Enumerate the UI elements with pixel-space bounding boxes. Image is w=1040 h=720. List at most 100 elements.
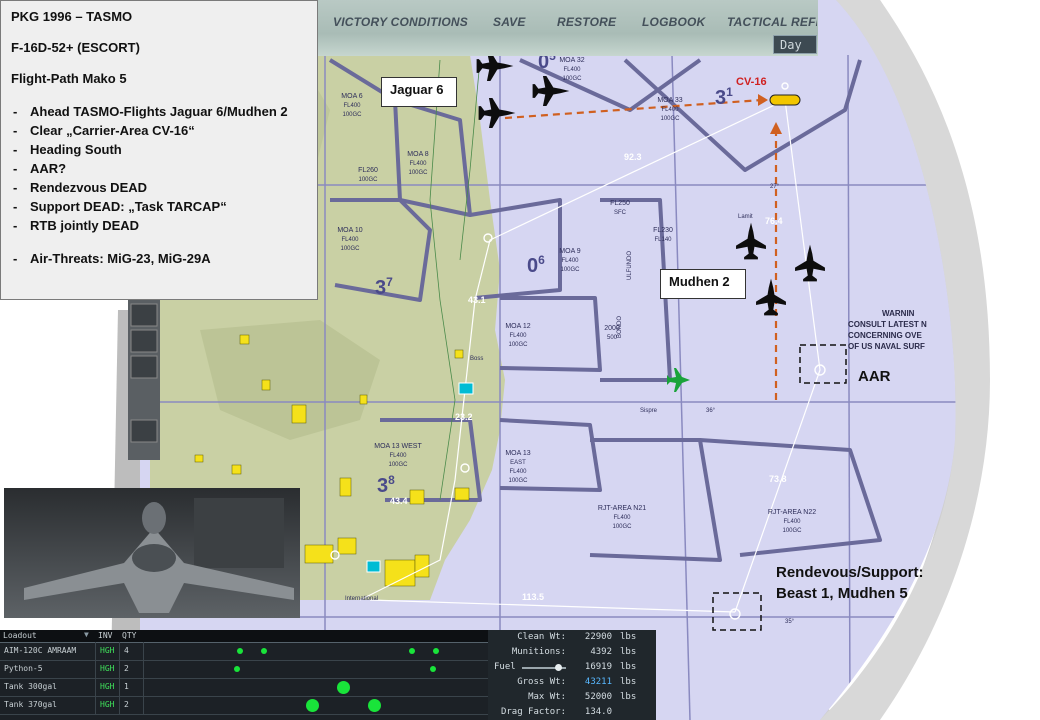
tactical-reference-link[interactable]: TACTICAL REFE <box>727 15 817 29</box>
map-tool-button-2[interactable] <box>130 329 158 353</box>
airspace-label-line: FL400 <box>783 519 801 525</box>
weight-unit: lbs <box>620 647 637 657</box>
airspace-label-line: FL260 <box>358 167 378 174</box>
weight-label: Munitions: <box>511 647 566 657</box>
store-name: Python-5 <box>0 660 96 678</box>
hardpoint-dot[interactable] <box>429 666 436 672</box>
steerpoint-marker-1[interactable] <box>458 382 474 395</box>
hardpoint-dot[interactable] <box>433 648 440 654</box>
map-tool-button-1[interactable] <box>130 303 158 327</box>
airspace-label-line: MOA 9 <box>559 248 581 255</box>
weight-row: Max Wt: 52000 lbs <box>488 690 656 705</box>
hardpoint-dot[interactable] <box>306 698 320 712</box>
weight-unit: lbs <box>620 677 637 687</box>
store-qty[interactable]: 1 <box>120 678 144 696</box>
map-tool-button-3[interactable] <box>130 355 158 379</box>
airspace-label-line: MOA 33 <box>657 97 682 104</box>
save-link[interactable]: SAVE <box>493 15 526 29</box>
fuel-row: Fuel 16919 lbs <box>488 660 656 675</box>
hardpoint-dot[interactable] <box>261 648 268 654</box>
rendezvous-label-2: Beast 1, Mudhen 5 <box>776 585 908 602</box>
map-label: 27° <box>770 184 780 190</box>
weight-value: 4392 <box>590 647 612 657</box>
hardpoint-area <box>144 642 488 720</box>
briefing-task: RTB jointly DEAD <box>11 216 307 235</box>
weight-label: Drag Factor: <box>500 707 566 717</box>
weight-value: 52000 <box>584 692 612 702</box>
fuel-slider-handle[interactable] <box>554 664 562 671</box>
fuel-slider[interactable] <box>522 664 566 671</box>
weight-label: Fuel <box>494 662 516 672</box>
carrier-marker[interactable] <box>769 94 801 106</box>
weight-unit: lbs <box>620 632 637 642</box>
warning-line: CONCERNING OVE <box>848 331 922 340</box>
map-label: Lamit <box>738 214 753 220</box>
airspace-label-line: FL400 <box>661 107 679 113</box>
hardpoint-dot[interactable] <box>337 680 351 694</box>
briefing-task: Heading South <box>11 140 307 159</box>
loadout-title: Loadout <box>3 631 37 640</box>
jaguar-callout: Jaguar 6 <box>381 77 457 107</box>
map-label: ULFUNDO <box>627 251 633 280</box>
airspace-label-line: FL400 <box>563 67 581 73</box>
airspace-label-line: 100GC <box>660 116 680 122</box>
store-inventory: HGH <box>96 678 120 696</box>
store-qty[interactable]: 2 <box>120 660 144 678</box>
warning-line: OF US NAVAL SURF <box>848 342 925 351</box>
hardpoint-dot[interactable] <box>409 648 416 654</box>
steerpoint-marker-2[interactable] <box>366 560 381 573</box>
route-distance: 76.4 <box>765 216 783 226</box>
aar-label: AAR <box>858 368 891 385</box>
airspace-label-line: FL140 <box>654 237 672 243</box>
weight-label: Max Wt: <box>528 692 566 702</box>
airspace-label-line: RJT-AREA N22 <box>768 509 816 516</box>
loadout-dropdown-icon[interactable]: ▼ <box>84 630 89 639</box>
map-tool-strip <box>128 300 160 460</box>
aircraft-photo <box>4 488 300 618</box>
airspace-label-line: 100GC <box>562 76 582 82</box>
briefing-flight-path: Flight-Path Mako 5 <box>11 71 127 86</box>
hardpoint-dot[interactable] <box>367 698 381 712</box>
airspace-label-line: FL230 <box>653 227 673 234</box>
hardpoint-dot[interactable] <box>237 648 244 654</box>
weight-row: Clean Wt: 22900 lbs <box>488 630 656 645</box>
airspace-label-line: FL400 <box>509 333 527 339</box>
weight-row: Munitions: 4392 lbs <box>488 645 656 660</box>
logbook-link[interactable]: LOGBOOK <box>642 15 705 29</box>
victory-conditions-link[interactable]: VICTORY CONDITIONS <box>333 15 468 29</box>
map-tool-button-4[interactable] <box>130 419 158 443</box>
store-name: Tank 300gal <box>0 678 96 696</box>
mudhen-callout: Mudhen 2 <box>660 269 746 299</box>
briefing-task: Ahead TASMO-Flights Jaguar 6/Mudhen 2 <box>11 102 307 121</box>
weight-value: 43211 <box>584 677 612 687</box>
restore-link[interactable]: RESTORE <box>557 15 616 29</box>
airspace-label-line: MOA 13 WEST <box>374 443 422 450</box>
airspace-label-line: FL400 <box>509 469 527 475</box>
airspace-label-line: 100GC <box>340 246 360 252</box>
airspace-label-line: FL400 <box>561 258 579 264</box>
route-distance: 23.2 <box>455 412 473 422</box>
briefing-panel: PKG 1996 – TASMO F-16D-52+ (ESCORT) Flig… <box>0 0 318 300</box>
day-toggle-button[interactable]: Day <box>773 35 817 54</box>
store-name: Tank 370gal <box>0 696 96 714</box>
map-label: BONDO <box>617 316 623 338</box>
weight-value: 134.0 <box>584 707 612 717</box>
airspace-label-line: FL400 <box>613 515 631 521</box>
store-qty[interactable]: 4 <box>120 642 144 660</box>
map-label: Boss <box>470 356 483 362</box>
loadout-panel: Loadout ▼ INV QTY AIM-120C AMRAAM HGH 4 … <box>0 630 488 720</box>
store-inventory: HGH <box>96 660 120 678</box>
weight-row: Gross Wt: 43211 lbs <box>488 675 656 690</box>
store-qty[interactable]: 2 <box>120 696 144 714</box>
route-distance: 92.3 <box>624 152 642 162</box>
briefing-task: Rendezvous DEAD <box>11 178 307 197</box>
hardpoint-dot[interactable] <box>233 666 240 672</box>
briefing-task-list: Ahead TASMO-Flights Jaguar 6/Mudhen 2 Cl… <box>11 102 307 268</box>
weight-unit: lbs <box>620 692 637 702</box>
aircraft-photo-image <box>4 488 300 618</box>
route-distance: 43.1 <box>468 295 486 305</box>
route-distance: 43.4 <box>390 496 408 506</box>
briefing-threats: Air-Threats: MiG-23, MiG-29A <box>11 249 307 268</box>
map-label: International <box>345 596 378 602</box>
weight-label: Gross Wt: <box>517 677 566 687</box>
